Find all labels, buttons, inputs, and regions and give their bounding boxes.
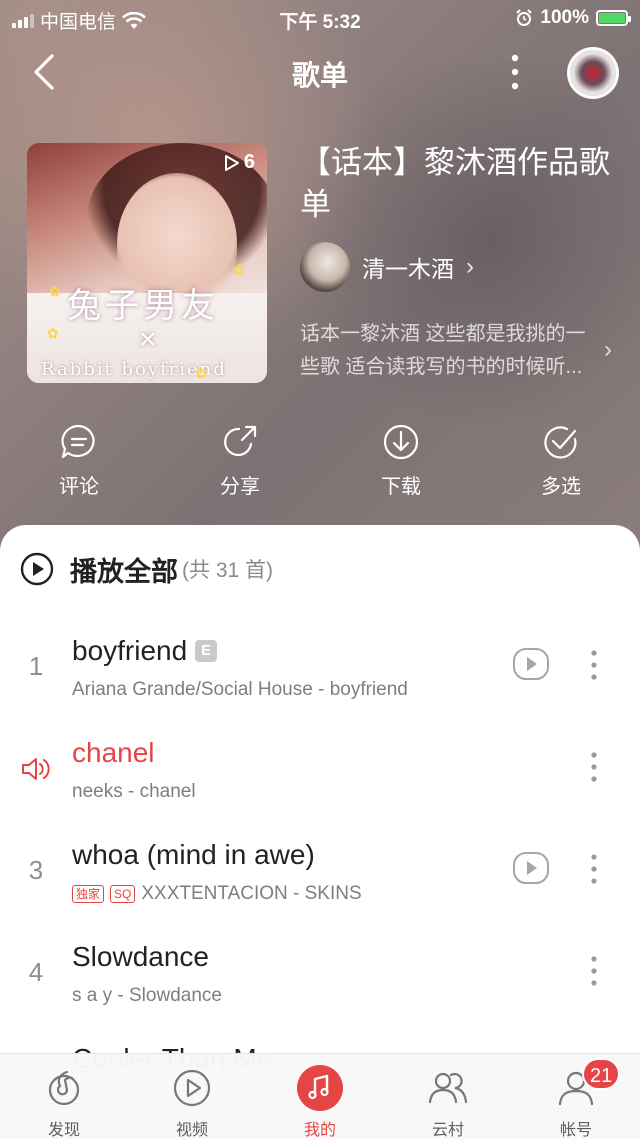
tab-mine[interactable]: 我的 [270, 1064, 370, 1139]
alarm-icon [516, 9, 533, 26]
exclusive-tag: 独家 [72, 885, 105, 903]
song-list-panel: 播放全部 (共 31 首) 1 boyfriend E Ariana Grand… [0, 525, 640, 1085]
share-icon [224, 425, 257, 457]
song-artist-album: s a y - Slowdance [72, 985, 222, 1006]
sq-quality-tag: SQ [110, 885, 136, 903]
chevron-right-icon: › [466, 253, 474, 280]
battery-percent: 100% [540, 7, 589, 28]
share-button[interactable]: 分享 [180, 422, 300, 499]
cover-art-title: 兔子男友 [67, 286, 219, 326]
tab-community[interactable]: 云村 [398, 1064, 498, 1139]
song-artist-album: XXXTENTACION - SKINS [141, 883, 362, 904]
status-bar: 中国电信 下午 5:32 100% [0, 0, 640, 36]
discover-icon [48, 1070, 80, 1106]
creator-name[interactable]: 清一木酒 [362, 250, 454, 284]
song-row[interactable]: 1 boyfriend E Ariana Grande/Social House… [0, 629, 640, 729]
sparkle-icon: ✿ [233, 261, 245, 277]
cover-art-x: × [139, 323, 157, 356]
user-avatar[interactable] [567, 47, 619, 99]
song-artist-album: Ariana Grande/Social House - boyfriend [72, 679, 408, 700]
playlist-cover[interactable]: 6 兔子男友 × Rabbit boyfriend ✿ ✿ ✿ ✿ [27, 143, 267, 383]
creator-link[interactable]: 清一木酒 › [300, 242, 474, 292]
song-title: boyfriend E [72, 635, 218, 667]
song-title: Slowdance [72, 941, 209, 972]
sparkle-icon: ✿ [195, 365, 207, 381]
chevron-right-icon[interactable]: › [604, 336, 612, 364]
song-artist-album: neeks - chanel [72, 781, 196, 802]
song-more-icon[interactable] [584, 849, 604, 889]
song-title: whoa (mind in awe) [72, 839, 315, 870]
comment-button[interactable]: 评论 [19, 422, 139, 499]
mv-play-icon[interactable] [512, 647, 550, 681]
play-outline-icon [224, 154, 239, 171]
sparkle-icon: ✿ [47, 325, 59, 341]
song-index: 1 [28, 651, 44, 681]
comment-icon [61, 424, 95, 459]
sparkle-icon: ✿ [49, 283, 61, 299]
page-title: 歌单 [291, 60, 348, 91]
song-row[interactable]: 4 Slowdance s a y - Slowdance [0, 935, 640, 1035]
action-bar: 评论 分享 下载 多选 [0, 422, 640, 502]
more-icon[interactable] [500, 50, 530, 94]
play-count: 6 [224, 151, 255, 174]
multiselect-button[interactable]: 多选 [501, 422, 621, 499]
mv-play-icon[interactable] [512, 851, 550, 885]
song-row[interactable]: 3 whoa (mind in awe) 独家 SQ XXXTENTACION … [0, 833, 640, 933]
song-meta: 独家 SQ XXXTENTACION - SKINS [72, 883, 362, 905]
download-button[interactable]: 下载 [341, 422, 461, 499]
battery-icon [596, 10, 631, 26]
now-playing-speaker-icon [22, 758, 50, 780]
song-index: 4 [28, 957, 44, 987]
tab-video[interactable]: 视频 [142, 1064, 242, 1139]
playlist-title: 【话本】黎沐酒作品歌单 [300, 145, 610, 222]
nav-bar: 歌单 [0, 36, 640, 108]
tab-discover[interactable]: 发现 [14, 1064, 114, 1139]
song-row-playing[interactable]: chanel neeks - chanel [0, 731, 640, 831]
explicit-badge: E [195, 640, 218, 662]
song-more-icon[interactable] [584, 645, 604, 685]
playlist-description[interactable]: 话本一黎沐酒 这些都是我挑的一些歌 适合读我写的书的时候听... [300, 318, 600, 384]
play-all-button[interactable]: 播放全部 (共 31 首) [20, 551, 273, 587]
play-circle-icon [20, 552, 54, 586]
song-more-icon[interactable] [584, 951, 604, 991]
song-index: 3 [28, 855, 44, 885]
music-icon [297, 1065, 343, 1111]
song-title: chanel [72, 737, 155, 768]
download-icon [383, 424, 419, 460]
notification-badge: 21 [582, 1058, 621, 1090]
bottom-tab-bar: 发现 视频 我的 云村 帐号 [0, 1053, 640, 1139]
multiselect-icon [544, 426, 577, 459]
community-icon [428, 1072, 468, 1104]
song-more-icon[interactable] [584, 747, 604, 787]
creator-avatar[interactable] [300, 242, 350, 292]
video-icon [173, 1069, 211, 1107]
